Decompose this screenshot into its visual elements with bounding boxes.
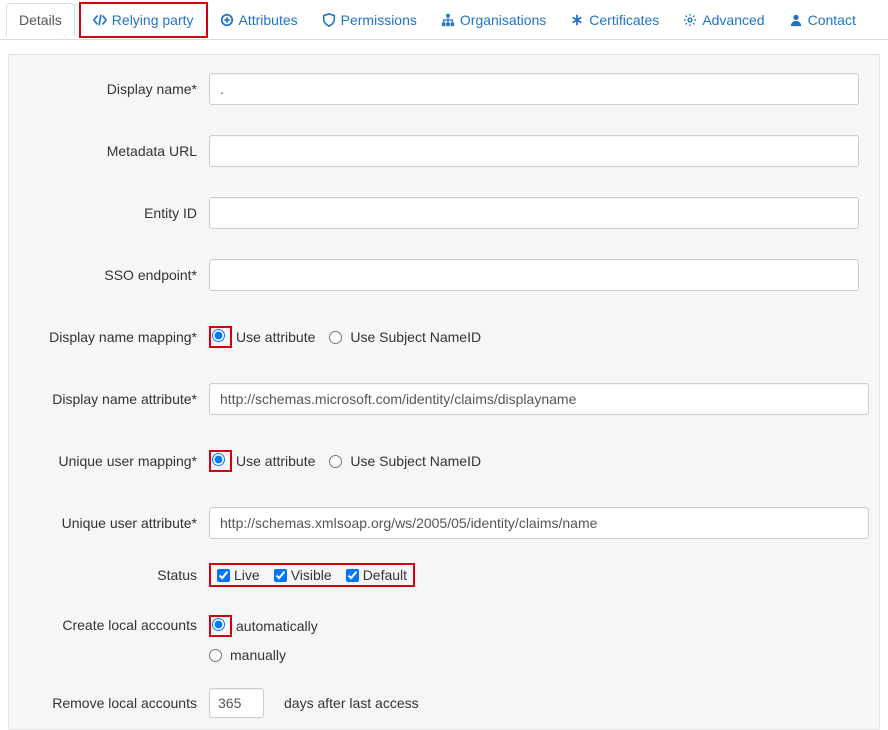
create-local-manual-label: manually [230,647,286,663]
unique-user-attribute-input[interactable] [209,507,869,539]
tab-permissions-label: Permissions [341,12,417,28]
tab-details-label: Details [19,12,62,28]
status-live-label: Live [234,567,260,583]
tab-contact[interactable]: Contact [777,4,868,36]
tab-certificates[interactable]: Certificates [558,4,671,36]
unique-user-mapping-use-attribute-radio[interactable] [212,453,225,466]
create-local-manual-radio[interactable] [209,649,222,662]
status-default-label: Default [363,567,407,583]
highlight-box [209,450,232,472]
tab-attributes-label: Attributes [239,12,298,28]
tab-bar: Details Relying party Attributes Permiss… [0,0,888,40]
unique-user-mapping-use-subject-radio[interactable] [329,455,342,468]
use-attribute-label: Use attribute [236,453,315,469]
tab-attributes[interactable]: Attributes [208,4,310,36]
entity-id-input[interactable] [209,197,859,229]
unique-user-attribute-label: Unique user attribute* [19,515,209,531]
tab-contact-label: Contact [808,12,856,28]
status-default-checkbox[interactable] [346,569,359,582]
tab-relying-party-label: Relying party [112,12,194,28]
display-name-input[interactable] [209,73,859,105]
use-attribute-label: Use attribute [236,329,315,345]
gear-icon [683,13,697,27]
metadata-url-label: Metadata URL [19,143,209,159]
use-subject-label: Use Subject NameID [350,453,481,469]
display-name-mapping-use-subject-radio[interactable] [329,331,342,344]
status-label: Status [19,567,209,583]
display-name-attribute-input[interactable] [209,383,869,415]
sitemap-icon [441,13,455,27]
code-icon [93,13,107,27]
tab-certificates-label: Certificates [589,12,659,28]
user-icon [789,13,803,27]
status-checkbox-group: Live Visible Default [209,563,415,587]
tab-advanced-label: Advanced [702,12,764,28]
status-visible-label: Visible [291,567,332,583]
create-local-auto-label: automatically [236,618,318,634]
shield-icon [322,13,336,27]
tab-organisations-label: Organisations [460,12,546,28]
display-name-attribute-label: Display name attribute* [19,391,209,407]
use-subject-label: Use Subject NameID [350,329,481,345]
status-live-checkbox[interactable] [217,569,230,582]
circle-plus-icon [220,13,234,27]
form-panel: Display name* Metadata URL Entity ID SSO… [8,54,880,730]
asterisk-icon [570,13,584,27]
remove-local-days-input[interactable] [209,688,264,718]
status-visible-checkbox[interactable] [274,569,287,582]
tab-relying-party[interactable]: Relying party [79,2,208,38]
display-name-mapping-use-attribute-radio[interactable] [212,329,225,342]
sso-endpoint-input[interactable] [209,259,859,291]
entity-id-label: Entity ID [19,205,209,221]
remove-local-suffix: days after last access [284,695,419,711]
remove-local-accounts-label: Remove local accounts [19,695,209,711]
sso-endpoint-label: SSO endpoint* [19,267,209,283]
tab-organisations[interactable]: Organisations [429,4,558,36]
display-name-label: Display name* [19,81,209,97]
highlight-box [209,326,232,348]
tab-details[interactable]: Details [6,3,75,37]
create-local-accounts-label: Create local accounts [19,615,209,633]
tab-permissions[interactable]: Permissions [310,4,429,36]
tab-advanced[interactable]: Advanced [671,4,776,36]
highlight-box [209,615,232,637]
display-name-mapping-label: Display name mapping* [19,329,209,345]
metadata-url-input[interactable] [209,135,859,167]
unique-user-mapping-label: Unique user mapping* [19,453,209,469]
create-local-auto-radio[interactable] [212,618,225,631]
